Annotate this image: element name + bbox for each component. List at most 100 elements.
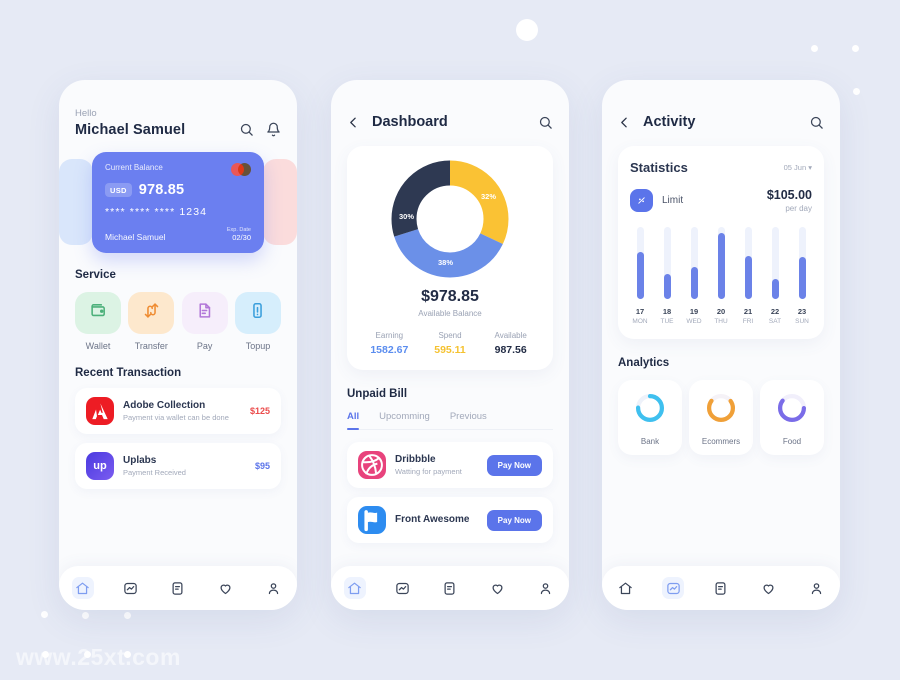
search-icon[interactable] bbox=[809, 115, 824, 130]
transfer-icon bbox=[143, 302, 160, 324]
transaction-sub: Payment via wallet can be done bbox=[123, 413, 229, 422]
donut-label-yellow: 32% bbox=[480, 192, 496, 201]
date-selector[interactable]: 05 Jun ▾ bbox=[784, 160, 812, 172]
card-peek-left[interactable] bbox=[59, 159, 93, 245]
bottom-nav bbox=[331, 566, 569, 610]
nav-profile-icon[interactable] bbox=[805, 577, 827, 599]
tab-upcomming[interactable]: Upcomming bbox=[379, 411, 430, 429]
transaction-name: Uplabs bbox=[123, 455, 157, 466]
transaction-sub: Payment Received bbox=[123, 468, 186, 477]
tab-all[interactable]: All bbox=[347, 411, 360, 430]
nav-home-icon[interactable] bbox=[343, 577, 366, 599]
transaction-row[interactable]: up Uplabs Payment Received $95 bbox=[75, 443, 281, 489]
bill-sub: Watting for payment bbox=[395, 467, 462, 476]
bar-weekday: SAT bbox=[768, 318, 782, 325]
bell-icon[interactable] bbox=[266, 122, 281, 137]
limit-icon bbox=[630, 189, 653, 212]
bank-ring-icon bbox=[635, 393, 665, 423]
stat-label: Available bbox=[494, 331, 527, 340]
card-amount: 978.85 bbox=[138, 182, 185, 198]
service-label: Pay bbox=[196, 341, 213, 351]
card-number-last4: 1234 bbox=[179, 206, 208, 218]
stat-value: 1582.67 bbox=[370, 344, 409, 356]
nav-home-icon[interactable] bbox=[615, 577, 637, 599]
nav-analytics-icon[interactable] bbox=[119, 577, 141, 599]
decor-dot bbox=[124, 612, 131, 619]
service-item-wallet[interactable]: Wallet bbox=[75, 292, 121, 351]
bar-weekday: MON bbox=[632, 318, 648, 325]
decor-dot bbox=[82, 612, 89, 619]
nav-analytics-icon[interactable] bbox=[662, 577, 685, 599]
limit-period: per day bbox=[785, 204, 812, 213]
ecommers-ring-icon bbox=[706, 393, 736, 423]
bar-chart bbox=[630, 227, 812, 299]
stat-available: Available 987.56 bbox=[480, 331, 541, 356]
nav-heart-icon[interactable] bbox=[215, 577, 237, 599]
page-title: Activity bbox=[643, 114, 696, 130]
home-header: Hello Michael Samuel bbox=[75, 80, 281, 138]
chevron-left-icon[interactable] bbox=[618, 116, 631, 129]
analytics-card-food[interactable]: Food bbox=[760, 380, 824, 455]
pay-now-button[interactable]: Pay Now bbox=[486, 454, 542, 476]
mastercard-icon bbox=[231, 163, 251, 176]
card-balance-label: Current Balance bbox=[105, 163, 163, 172]
stat-earning: Earning 1582.67 bbox=[359, 331, 420, 356]
bill-name: Dribbble bbox=[395, 454, 436, 465]
service-item-pay[interactable]: Pay bbox=[181, 292, 228, 351]
nav-document-icon[interactable] bbox=[710, 577, 732, 599]
limit-amount: $105.00 bbox=[766, 188, 812, 202]
bill-row[interactable]: Dribbble Watting for payment Pay Now bbox=[347, 442, 553, 488]
bar-date: 23 bbox=[797, 307, 807, 316]
search-icon[interactable] bbox=[538, 115, 553, 130]
bar-chart-labels: 17 MON 18 TUE 19 WED 20 THU 21 FRI 22 SAT 23 SU… bbox=[630, 307, 812, 325]
stat-label: Earning bbox=[375, 331, 404, 340]
bar-date: 17 bbox=[635, 307, 645, 316]
bar-column bbox=[630, 227, 650, 299]
nav-heart-icon[interactable] bbox=[758, 577, 780, 599]
nav-home-icon[interactable] bbox=[71, 577, 94, 599]
nav-heart-icon[interactable] bbox=[487, 577, 509, 599]
service-label: Topup bbox=[245, 341, 271, 351]
bottom-nav bbox=[602, 566, 840, 610]
bar-column bbox=[738, 227, 758, 299]
chevron-left-icon[interactable] bbox=[347, 116, 360, 129]
canvas: www.25xt.com Hello Michael Samuel Curren… bbox=[0, 0, 900, 680]
bar-column bbox=[711, 227, 731, 299]
credit-card[interactable]: Current Balance USD 978.85 **** **** ***… bbox=[92, 152, 264, 253]
phone-screen-activity: Activity Statistics 05 Jun ▾ Limit $105.… bbox=[602, 80, 840, 610]
pay-now-button[interactable]: Pay Now bbox=[486, 509, 542, 531]
nav-profile-icon[interactable] bbox=[534, 577, 556, 599]
search-icon[interactable] bbox=[239, 122, 254, 137]
analytics-card-bank[interactable]: Bank bbox=[618, 380, 682, 455]
analytics-list: Bank Ecommers Food bbox=[618, 380, 824, 455]
service-item-transfer[interactable]: Transfer bbox=[128, 292, 175, 351]
nav-analytics-icon[interactable] bbox=[391, 577, 413, 599]
analytics-title: Analytics bbox=[618, 357, 670, 369]
font-awesome-icon bbox=[358, 506, 386, 534]
bar-date: 19 bbox=[689, 307, 699, 316]
bill-row[interactable]: Front Awesome Pay Now bbox=[347, 497, 553, 543]
available-balance-label: Available Balance bbox=[418, 309, 482, 318]
bar-weekday: SUN bbox=[795, 318, 809, 325]
card-carousel: Current Balance USD 978.85 **** **** ***… bbox=[59, 152, 297, 253]
nav-document-icon[interactable] bbox=[439, 577, 461, 599]
bar-column bbox=[684, 227, 704, 299]
bar-date: 18 bbox=[662, 307, 672, 316]
card-number: **** **** **** 1234 bbox=[105, 206, 251, 218]
balance-panel: 32% 38% 30% $978.85 Available Balance Ea… bbox=[347, 146, 553, 370]
available-balance-amount: $978.85 bbox=[421, 288, 479, 305]
tab-previous[interactable]: Previous bbox=[450, 411, 487, 429]
service-item-topup[interactable]: Topup bbox=[234, 292, 281, 351]
analytics-card-ecommers[interactable]: Ecommers bbox=[689, 380, 753, 455]
card-peek-right[interactable] bbox=[263, 159, 297, 245]
card-number-masked: **** **** **** bbox=[105, 206, 176, 218]
stat-value: 595.11 bbox=[434, 344, 466, 356]
bar-weekday: FRI bbox=[742, 318, 754, 325]
bill-tabs: All Upcomming Previous bbox=[347, 411, 553, 430]
transaction-row[interactable]: Adobe Collection Payment via wallet can … bbox=[75, 388, 281, 434]
chevron-down-icon: ▾ bbox=[808, 163, 812, 172]
bar-weekday: WED bbox=[686, 318, 702, 325]
transaction-name: Adobe Collection bbox=[123, 400, 206, 411]
nav-document-icon[interactable] bbox=[167, 577, 189, 599]
nav-profile-icon[interactable] bbox=[262, 577, 284, 599]
